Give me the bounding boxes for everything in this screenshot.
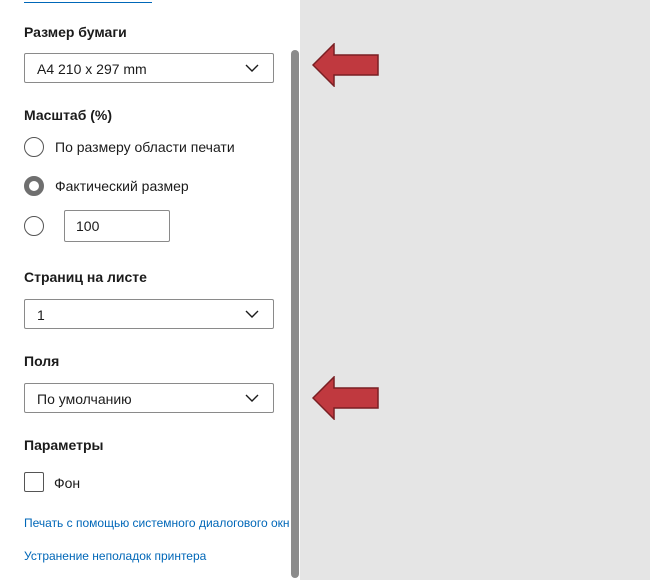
background-checkbox-label: Фон [54,475,81,491]
radio-fit[interactable] [24,137,44,157]
chevron-down-icon [245,310,259,318]
arrow-left-icon [312,43,379,87]
scale-label: Масштаб (%) [24,107,113,123]
radio-actual-size[interactable] [24,176,44,196]
troubleshoot-printer-link[interactable]: Устранение неполадок принтера [24,549,206,563]
print-preview-area [300,0,650,580]
radio-fit-label: По размеру области печати [55,139,235,155]
paper-size-label: Размер бумаги [24,24,127,40]
paper-size-value: A4 210 x 297 mm [37,61,147,77]
radio-custom[interactable] [24,216,44,236]
pages-per-sheet-select[interactable]: 1 [24,299,274,329]
options-label: Параметры [24,437,104,453]
radio-actual-label: Фактический размер [55,178,189,194]
chevron-down-icon [245,64,259,72]
pages-per-sheet-label: Страниц на листе [24,269,147,285]
background-checkbox[interactable] [24,472,44,492]
system-dialog-link[interactable]: Печать с помощью системного диалогового … [24,516,290,530]
scrollbar-thumb[interactable] [291,50,299,578]
print-settings-panel: Размер бумаги A4 210 x 297 mm Масштаб (%… [0,0,300,580]
arrow-left-icon [312,376,379,420]
margins-select[interactable]: По умолчанию [24,383,274,413]
margins-label: Поля [24,353,60,369]
margins-value: По умолчанию [37,391,132,407]
paper-size-select[interactable]: A4 210 x 297 mm [24,53,274,83]
pages-per-sheet-value: 1 [37,307,45,323]
chevron-down-icon [245,394,259,402]
top-link-underline [24,2,152,3]
scale-custom-input[interactable] [64,210,170,242]
